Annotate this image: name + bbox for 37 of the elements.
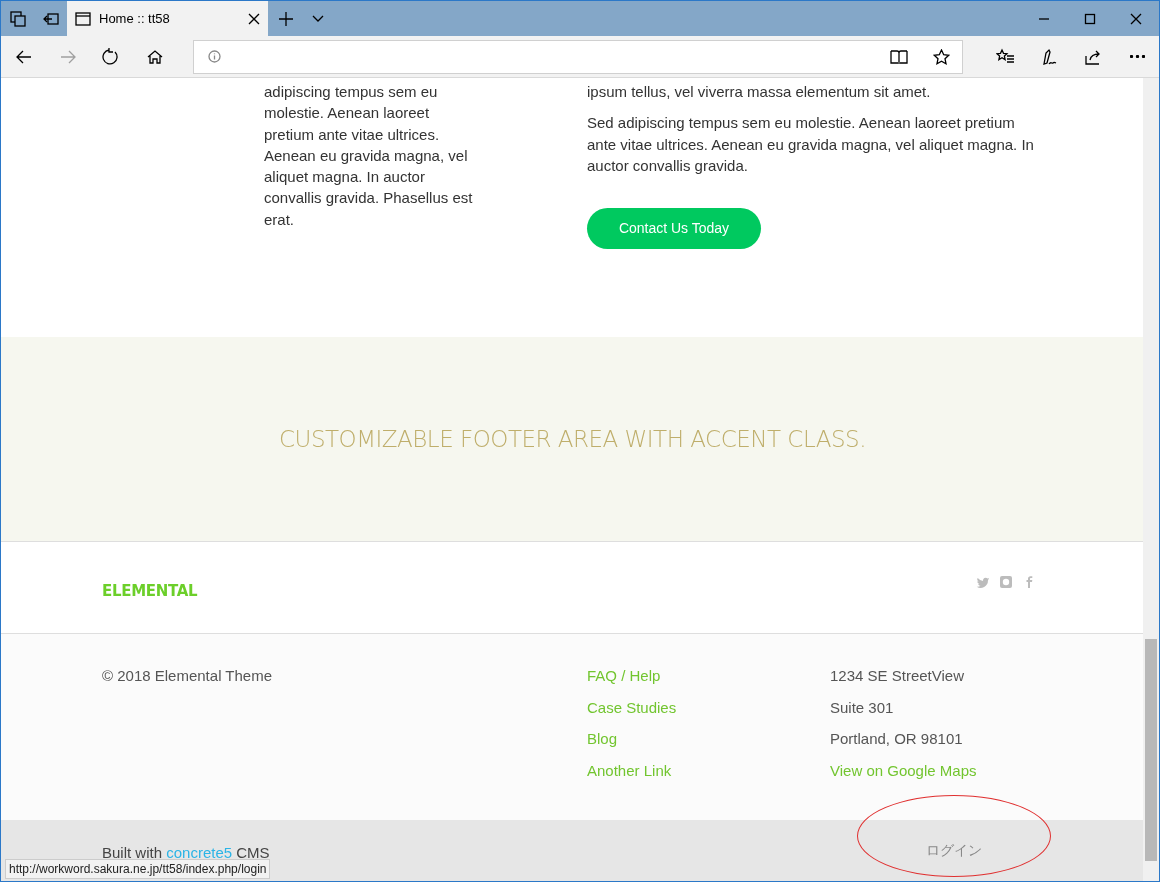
scrollbar[interactable] [1143, 78, 1159, 881]
map-link[interactable]: View on Google Maps [830, 759, 977, 781]
close-icon[interactable] [248, 12, 260, 25]
maximize-icon [1084, 12, 1096, 25]
star-icon[interactable] [933, 48, 950, 65]
close-icon [1130, 12, 1142, 25]
concrete5-link[interactable]: concrete5 [166, 844, 233, 861]
plus-icon [279, 11, 293, 26]
paragraph: Sed adipiscing tempus sem eu molestie. Aenean laoreet pretium ante vitae ultrices. Aenean eu gravida magna, vel aliquet magna. In auctor convallis gravida. [587, 113, 1035, 176]
address-line: Suite 301 [830, 697, 894, 718]
refresh-icon [102, 47, 121, 66]
windows-icon [9, 10, 26, 27]
logo[interactable]: ELEMENTAL [102, 579, 198, 603]
book-icon[interactable] [890, 48, 908, 65]
paragraph: ipsum tellus, vel viverra massa elementum sit amet. [587, 82, 932, 102]
paragraph: adipiscing tempus sem eu molestie. Aenean laoreet pretium ante vitae ultrices. Aenean eu gravida magna, vel aliquet magna. In auctor convallis gravida. Phasellus est erat. [264, 82, 474, 230]
address-line: 1234 SE StreetView [830, 666, 964, 686]
more-icon [1129, 55, 1145, 58]
login-link[interactable]: ログイン [926, 839, 982, 861]
star-list-icon [995, 47, 1016, 66]
browser-tab[interactable]: Home :: tt58 [67, 1, 268, 36]
status-url: http://workword.sakura.ne.jp/tt58/index.php/login [5, 859, 271, 879]
footer-link[interactable]: FAQ / Help [587, 665, 661, 686]
accent-heading: CUSTOMIZABLE FOOTER AREA WITH ACCENT CLASS. [279, 424, 866, 454]
footer-link[interactable]: Another Link [587, 759, 672, 781]
tab-title: Home :: tt58 [99, 9, 171, 28]
copyright-text: © 2018 Elemental Theme [102, 666, 274, 686]
pen-icon [1040, 47, 1059, 66]
footer-link[interactable]: Case Studies [587, 696, 677, 718]
page-icon [75, 11, 91, 26]
chevron-down-icon [312, 14, 324, 23]
contact-button[interactable]: Contact Us Today [587, 208, 761, 250]
address-line: Portland, OR 98101 [830, 729, 963, 749]
info-icon [208, 50, 222, 63]
tab-arrow-icon [42, 10, 59, 27]
scrollbar-thumb[interactable] [1145, 639, 1157, 861]
footer-link[interactable]: Blog [587, 728, 618, 749]
